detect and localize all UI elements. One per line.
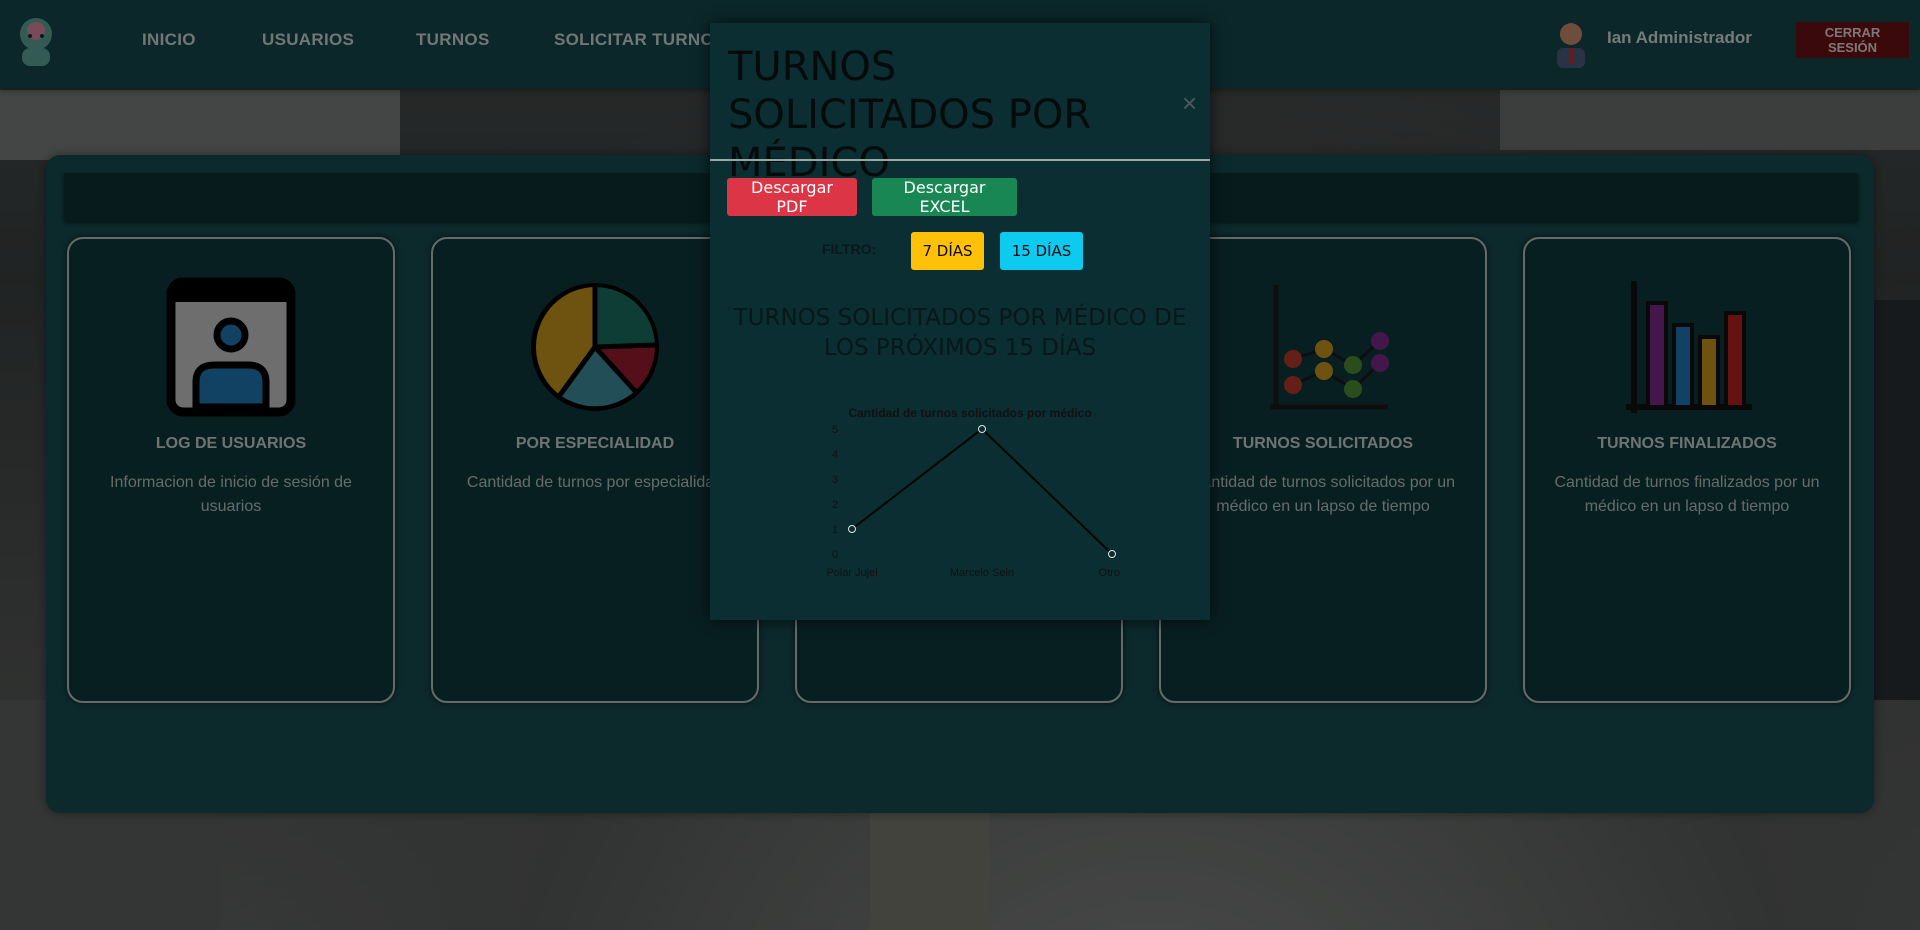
report-modal: TURNOS SOLICITADOS POR MÉDICO × Descarga… — [710, 23, 1210, 620]
chart-heading: TURNOS SOLICITADOS POR MÉDICO DE LOS PRÓ… — [733, 305, 1187, 361]
close-icon[interactable]: × — [1176, 90, 1198, 116]
y-tick-label: 3 — [832, 474, 838, 486]
x-tick-label: Otros — [1099, 567, 1120, 579]
x-tick-label: Marcelo Sein — [950, 567, 1014, 579]
filter-15-days-button[interactable]: 15 DÍAS — [1000, 232, 1083, 270]
download-excel-button[interactable]: Descargar EXCEL — [872, 178, 1017, 216]
y-tick-label: 5 — [832, 424, 838, 436]
modal-title: TURNOS SOLICITADOS POR MÉDICO — [728, 44, 1092, 186]
data-point[interactable] — [978, 425, 986, 433]
series-line — [851, 427, 1113, 555]
data-point[interactable] — [1108, 550, 1116, 558]
x-tick-label: Polar Jujel — [826, 567, 877, 579]
y-tick-label: 1 — [832, 524, 838, 536]
filter-label: FILTRO: — [822, 241, 877, 257]
divider — [710, 159, 1210, 161]
filter-7-days-button[interactable]: 7 DÍAS — [911, 232, 984, 270]
chart-title: Cantidad de turnos solicitados por médic… — [848, 406, 1091, 420]
line-chart: Cantidad de turnos solicitados por médic… — [826, 406, 1120, 579]
y-tick-label: 4 — [832, 449, 838, 461]
download-pdf-button[interactable]: Descargar PDF — [727, 178, 857, 216]
data-point[interactable] — [848, 525, 856, 533]
y-tick-label: 2 — [832, 499, 838, 511]
y-tick-label: 0 — [832, 549, 838, 561]
